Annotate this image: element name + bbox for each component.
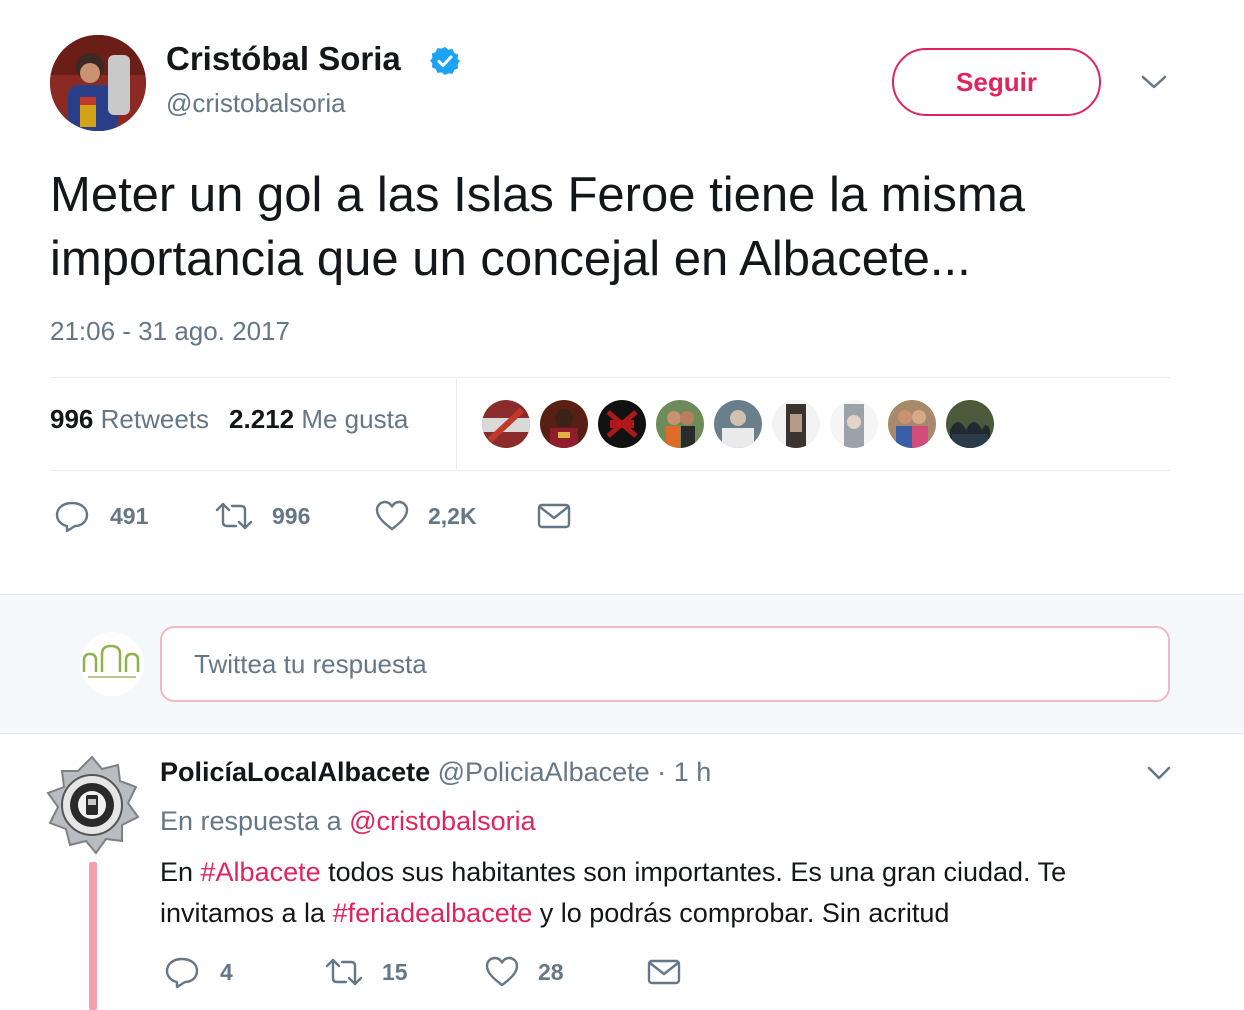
heart-icon <box>375 500 409 531</box>
chevron-down-icon[interactable] <box>1146 764 1172 782</box>
divider <box>50 377 1170 378</box>
reply-text-part: En <box>160 857 201 887</box>
reply-author-line: PolicíaLocalAlbacete @PoliciaAlbacete · … <box>160 757 711 788</box>
reply-count: 4 <box>220 958 233 985</box>
in-reply-to: En respuesta a @cristobalsoria <box>160 806 536 837</box>
retweet-button[interactable]: 996 <box>214 498 374 534</box>
reply-icon <box>55 501 89 533</box>
likes-stat-count: 2.212 <box>229 404 295 434</box>
likes-stat-label: Me gusta <box>301 404 409 434</box>
tweet-text: Meter un gol a las Islas Feroe tiene la … <box>50 168 1025 286</box>
reply-button[interactable]: 491 <box>54 498 214 534</box>
envelope-icon <box>537 503 571 529</box>
liker-avatar[interactable] <box>830 400 878 448</box>
retweet-icon <box>215 502 253 530</box>
liker-avatar[interactable] <box>540 400 588 448</box>
liker-avatar[interactable] <box>714 400 762 448</box>
liker-avatar[interactable] <box>482 400 530 448</box>
thread-line <box>89 862 97 1010</box>
like-count: 2,2K <box>428 502 477 529</box>
in-reply-prefix: En respuesta a <box>160 806 342 836</box>
retweets-stat[interactable]: 996 Retweets <box>50 404 209 435</box>
retweets-stat-label: Retweets <box>100 404 210 434</box>
reply-icon <box>165 957 199 989</box>
police-badge-avatar[interactable] <box>44 755 140 855</box>
tweet-timestamp[interactable]: 21:06 - 31 ago. 2017 <box>50 316 290 347</box>
chevron-down-icon[interactable] <box>1140 72 1168 92</box>
like-button[interactable]: 2,2K <box>374 498 536 534</box>
author-avatar[interactable] <box>50 35 146 131</box>
liker-avatar[interactable] <box>656 400 704 448</box>
like-count: 28 <box>538 958 564 985</box>
retweet-icon <box>325 958 363 986</box>
verified-badge-icon <box>430 46 460 76</box>
retweet-button[interactable]: 15 <box>324 954 484 990</box>
reply-time[interactable]: 1 h <box>674 757 712 787</box>
retweets-stat-count: 996 <box>50 404 94 434</box>
reply-text-part: y lo podrás comprobar. Sin acritud <box>532 898 950 928</box>
envelope-icon <box>647 959 681 985</box>
follow-button[interactable]: Seguir <box>892 48 1101 116</box>
direct-message-button[interactable] <box>646 954 682 990</box>
hashtag-link[interactable]: #feriadealbacete <box>333 898 533 928</box>
like-button[interactable]: 28 <box>484 954 646 990</box>
in-reply-handle-link[interactable]: @cristobalsoria <box>349 806 535 836</box>
hashtag-link[interactable]: #Albacete <box>201 857 321 887</box>
retweet-count: 15 <box>382 958 408 985</box>
author-display-name[interactable]: Cristóbal Soria <box>166 40 401 78</box>
reply-author-display-name[interactable]: PolicíaLocalAlbacete <box>160 757 430 787</box>
liker-avatars <box>482 400 994 448</box>
reply-separator: · <box>657 757 667 787</box>
reply-tweet-actions: 4 15 28 <box>164 954 682 990</box>
author-handle[interactable]: @cristobalsoria <box>166 88 346 119</box>
reply-author-handle[interactable]: @PoliciaAlbacete <box>438 757 650 787</box>
likes-stat[interactable]: 2.212 Me gusta <box>229 404 408 435</box>
liker-avatar[interactable] <box>946 400 994 448</box>
reply-input[interactable]: Twittea tu respuesta <box>160 626 1170 702</box>
divider <box>50 470 1170 471</box>
divider <box>456 378 457 470</box>
engagement-stats: 996 Retweets 2.212 Me gusta <box>50 404 408 435</box>
heart-icon <box>485 956 519 987</box>
reply-button[interactable]: 4 <box>164 954 324 990</box>
liker-avatar[interactable] <box>598 400 646 448</box>
liker-avatar[interactable] <box>888 400 936 448</box>
reply-count: 491 <box>110 502 149 529</box>
reply-text: En #Albacete todos sus habitantes son im… <box>160 852 1160 934</box>
tweet-actions: 491 996 2,2K <box>54 498 572 534</box>
retweet-count: 996 <box>272 502 311 529</box>
direct-message-button[interactable] <box>536 498 572 534</box>
liker-avatar[interactable] <box>772 400 820 448</box>
current-user-avatar[interactable] <box>80 632 144 696</box>
